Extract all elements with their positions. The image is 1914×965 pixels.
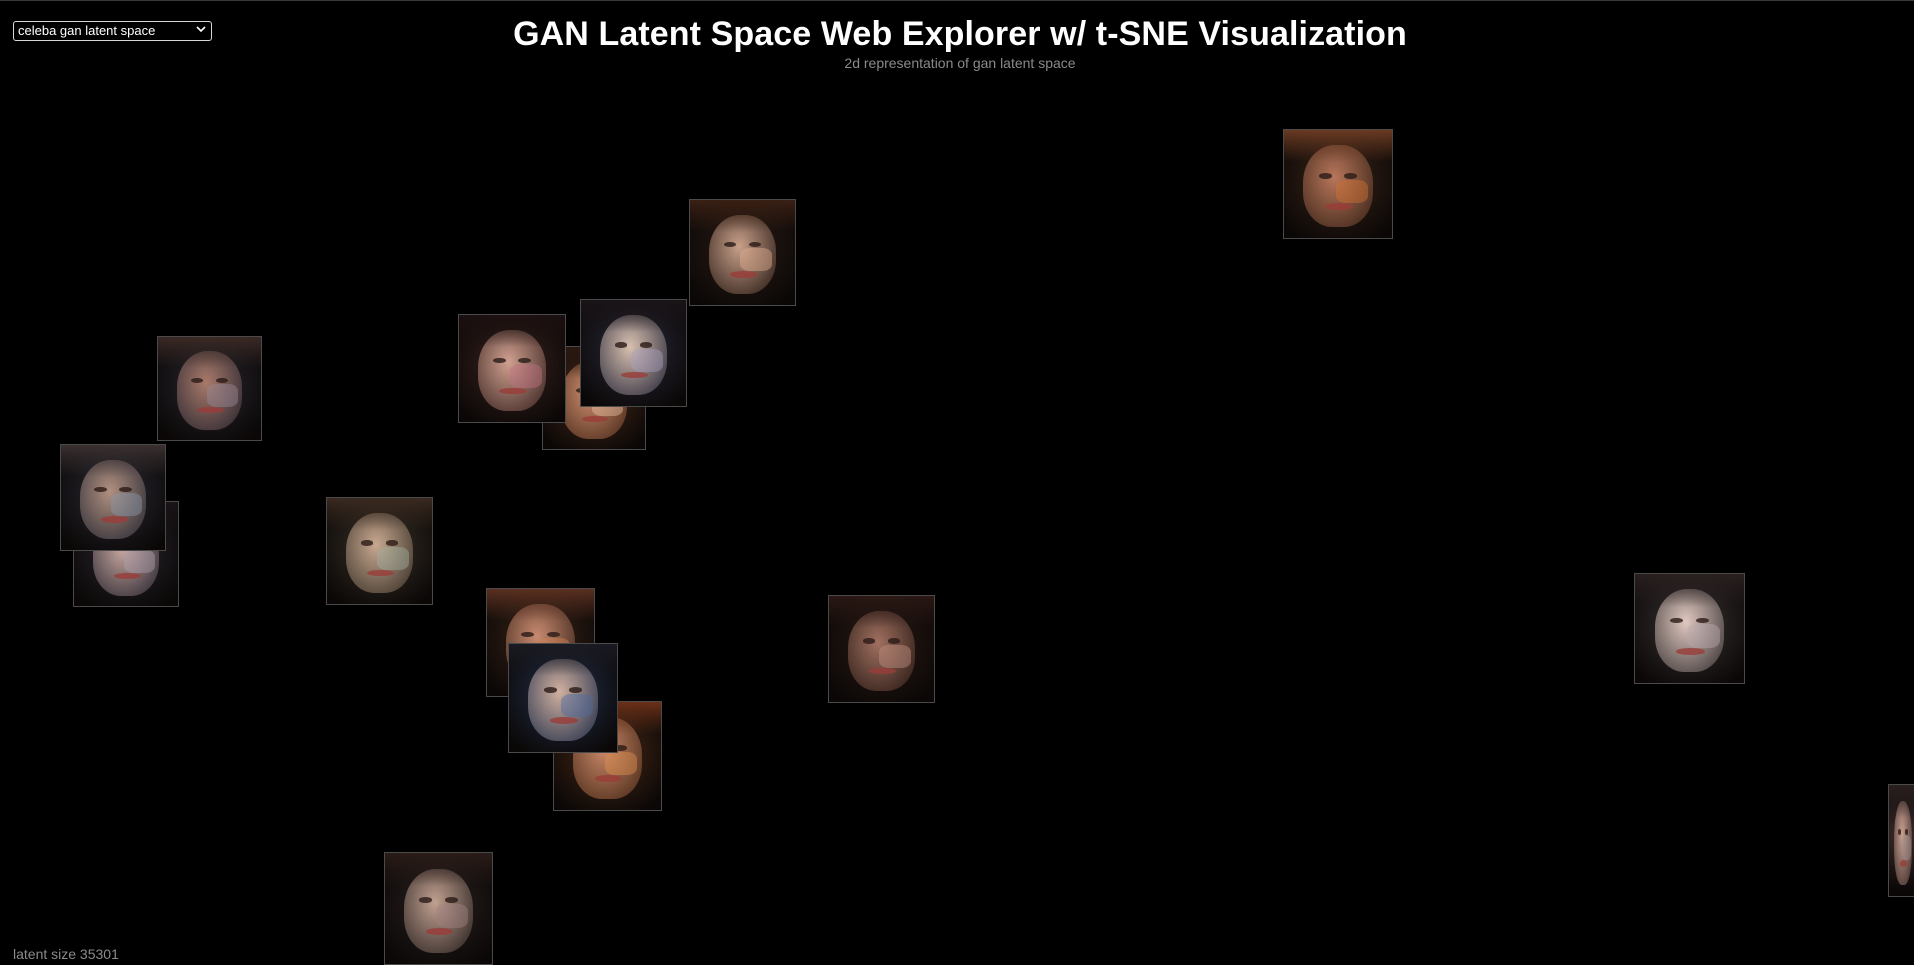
left-eye [1669,617,1683,624]
right-eye [1904,829,1909,835]
artifact-region [1902,836,1911,861]
hair-region [1635,574,1744,607]
latent-sample-thumbnail[interactable] [828,595,935,703]
latent-sample-thumbnail[interactable] [1634,573,1745,684]
artifact-region [123,549,156,573]
hair-region [509,644,617,677]
mouth [594,775,623,782]
right-eye [546,631,560,638]
artifact-region [1335,179,1369,204]
latent-sample-thumbnail[interactable] [1283,129,1393,239]
mouth [1325,203,1354,210]
latent-sample-thumbnail[interactable] [60,444,166,551]
latent-sample-thumbnail[interactable] [689,199,796,306]
artifact-region [879,644,911,669]
artifact-region [1687,624,1720,649]
artifact-region [560,693,594,718]
right-eye [1344,173,1358,179]
mouth [550,717,579,724]
artifact-region [110,493,143,517]
right-eye [1696,617,1710,624]
artifact-region [436,904,469,929]
artifact-region [631,348,663,373]
app-root: celeba gan latent space GAN Latent Space… [0,0,1914,965]
right-eye [569,687,583,693]
artifact-region [605,751,638,776]
hair-region [61,445,165,477]
mouth [729,271,758,278]
hair-region [829,596,934,628]
left-eye [862,638,876,644]
latent-sample-thumbnail[interactable] [458,314,566,423]
right-eye [639,342,653,348]
mouth [1676,648,1705,655]
artifact-region [207,384,239,408]
latent-sample-thumbnail[interactable] [326,497,433,605]
left-eye [419,897,433,903]
hair-region [158,337,261,368]
hair-region [690,200,795,232]
right-eye [385,540,399,546]
hair-region [1284,130,1392,163]
latent-sample-thumbnail[interactable] [157,336,262,441]
hair-region [385,853,492,887]
artifact-region [377,546,409,571]
hair-region [581,300,686,332]
tsne-embedding-canvas[interactable] [0,1,1914,965]
left-eye [1318,173,1332,179]
mouth [499,387,527,395]
latent-sample-thumbnail[interactable] [580,299,687,407]
mouth [100,516,128,523]
hair-region [1889,785,1914,819]
hair-region [487,589,594,622]
artifact-region [740,248,772,272]
left-eye [614,342,628,348]
artifact-region [509,364,542,388]
latent-size-label: latent size 35301 [13,946,119,962]
latent-sample-thumbnail[interactable] [508,643,618,753]
hair-region [459,315,565,348]
left-eye [492,357,506,364]
hair-region [327,498,432,530]
mouth [113,572,141,579]
right-eye [444,897,458,903]
left-eye [543,687,557,693]
left-eye [360,540,374,546]
mouth [1899,860,1907,868]
right-eye [887,638,901,644]
latent-sample-thumbnail[interactable] [384,852,493,965]
latent-sample-thumbnail[interactable] [1888,784,1914,897]
